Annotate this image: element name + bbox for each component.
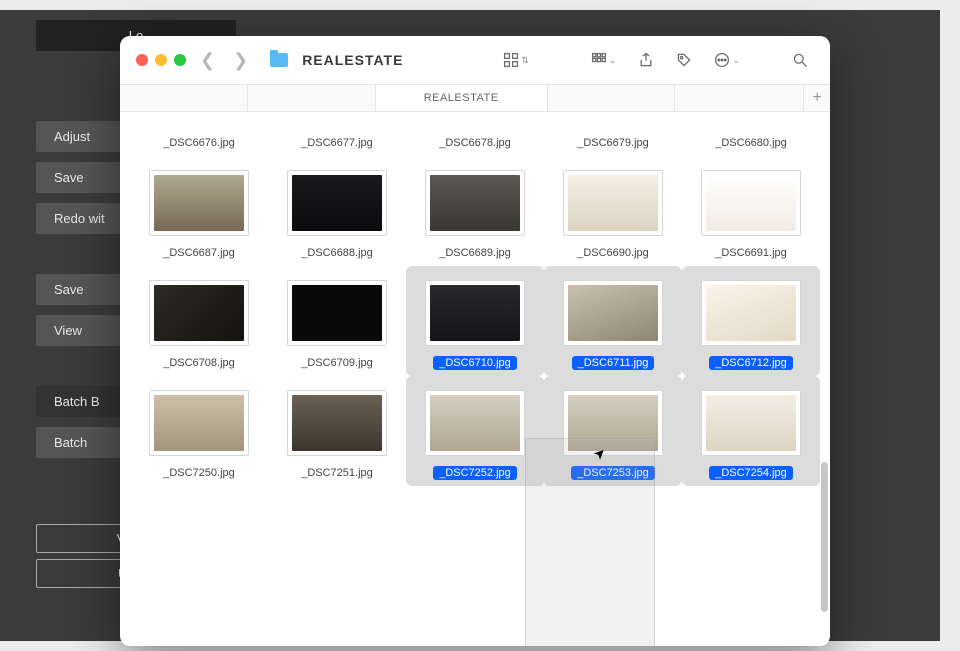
file-name-label[interactable]: _DSC6680.jpg [709, 136, 793, 150]
group-by-button[interactable]: ⌄ [585, 52, 623, 68]
file-name-label[interactable]: _DSC6710.jpg [433, 356, 517, 370]
finder-window: ❮ ❯ REALESTATE ⇅ ⌄ ⌄ R [120, 36, 830, 646]
file-name-label[interactable]: _DSC7254.jpg [709, 466, 793, 480]
new-tab-button[interactable]: + [803, 85, 830, 111]
file-item[interactable]: _DSC6689.jpg [406, 156, 544, 266]
file-item[interactable]: _DSC6712.jpg [682, 266, 820, 376]
file-thumbnail[interactable] [287, 170, 387, 236]
file-name-label[interactable]: _DSC6711.jpg [572, 356, 655, 370]
file-name-label[interactable]: _DSC6678.jpg [433, 136, 517, 150]
chevron-down-icon: ⌄ [609, 55, 617, 66]
nav-forward-button[interactable]: ❯ [229, 50, 252, 71]
window-controls [136, 54, 186, 66]
file-name-label[interactable]: _DSC6712.jpg [709, 356, 793, 370]
file-name-label[interactable]: _DSC7250.jpg [157, 466, 241, 480]
file-item[interactable]: _DSC7252.jpg [406, 376, 544, 486]
tab-stub[interactable] [120, 85, 248, 111]
view-mode-icon-button[interactable]: ⇅ [497, 52, 535, 68]
file-item[interactable]: _DSC6677.jpg [268, 112, 406, 156]
file-thumbnail[interactable] [701, 170, 801, 236]
actions-button[interactable]: ⌄ [708, 52, 746, 68]
file-item[interactable]: _DSC6680.jpg [682, 112, 820, 156]
file-item[interactable]: _DSC6690.jpg [544, 156, 682, 266]
file-item[interactable]: _DSC6709.jpg [268, 266, 406, 376]
file-item[interactable]: _DSC7253.jpg [544, 376, 682, 486]
file-thumbnail[interactable] [149, 390, 249, 456]
chevron-down-icon: ⌄ [732, 55, 740, 66]
file-thumbnail[interactable] [563, 390, 663, 456]
file-item[interactable]: _DSC6711.jpg [544, 266, 682, 376]
location-title: REALESTATE [302, 52, 403, 68]
search-button[interactable] [786, 52, 814, 68]
nav-back-button[interactable]: ❮ [196, 50, 219, 71]
file-name-label[interactable]: _DSC6691.jpg [709, 246, 793, 260]
share-button[interactable] [632, 52, 660, 68]
tab-stub[interactable] [675, 85, 803, 111]
finder-toolbar: ❮ ❯ REALESTATE ⇅ ⌄ ⌄ [120, 36, 830, 84]
file-thumbnail[interactable] [425, 280, 525, 346]
file-name-label[interactable]: _DSC6687.jpg [157, 246, 241, 260]
file-name-label[interactable]: _DSC6708.jpg [157, 356, 241, 370]
file-item[interactable]: _DSC7251.jpg [268, 376, 406, 486]
scrollbar-thumb[interactable] [821, 462, 828, 612]
updown-icon: ⇅ [521, 55, 529, 66]
file-name-label[interactable]: _DSC6677.jpg [295, 136, 379, 150]
file-item[interactable]: _DSC6691.jpg [682, 156, 820, 266]
file-item[interactable]: _DSC7250.jpg [130, 376, 268, 486]
file-item[interactable]: _DSC6678.jpg [406, 112, 544, 156]
file-item[interactable]: _DSC7254.jpg [682, 376, 820, 486]
file-thumbnail[interactable] [563, 280, 663, 346]
tab-stub[interactable] [248, 85, 376, 111]
tab-active[interactable]: REALESTATE [376, 85, 548, 111]
file-grid-area[interactable]: _DSC6676.jpg _DSC6677.jpg _DSC6678.jpg _DSC… [120, 112, 830, 646]
close-window-button[interactable] [136, 54, 148, 66]
file-item[interactable]: _DSC6708.jpg [130, 266, 268, 376]
minimize-window-button[interactable] [155, 54, 167, 66]
file-name-label[interactable]: _DSC6688.jpg [295, 246, 379, 260]
file-name-label[interactable]: _DSC7252.jpg [433, 466, 517, 480]
file-item[interactable]: _DSC6679.jpg [544, 112, 682, 156]
file-thumbnail[interactable] [149, 280, 249, 346]
file-thumbnail[interactable] [563, 170, 663, 236]
file-name-label[interactable]: _DSC6689.jpg [433, 246, 517, 260]
file-thumbnail[interactable] [287, 280, 387, 346]
file-name-label[interactable]: _DSC7251.jpg [295, 466, 379, 480]
tab-stub[interactable] [548, 85, 676, 111]
file-thumbnail[interactable] [425, 390, 525, 456]
file-name-label[interactable]: _DSC6690.jpg [571, 246, 655, 260]
file-name-label[interactable]: _DSC6709.jpg [295, 356, 379, 370]
tab-label: REALESTATE [424, 92, 499, 104]
tab-bar: REALESTATE + [120, 84, 830, 112]
file-item[interactable]: _DSC6688.jpg [268, 156, 406, 266]
file-thumbnail[interactable] [701, 280, 801, 346]
folder-icon [270, 53, 288, 67]
file-thumbnail[interactable] [425, 170, 525, 236]
tags-button[interactable] [670, 52, 698, 68]
file-name-label[interactable]: _DSC7253.jpg [571, 466, 655, 480]
file-thumbnail[interactable] [149, 170, 249, 236]
fullscreen-window-button[interactable] [174, 54, 186, 66]
file-item[interactable]: _DSC6676.jpg [130, 112, 268, 156]
file-name-label[interactable]: _DSC6679.jpg [571, 136, 655, 150]
file-thumbnail[interactable] [287, 390, 387, 456]
file-name-label[interactable]: _DSC6676.jpg [157, 136, 241, 150]
file-item[interactable]: _DSC6710.jpg [406, 266, 544, 376]
file-item[interactable]: _DSC6687.jpg [130, 156, 268, 266]
file-grid: _DSC6676.jpg _DSC6677.jpg _DSC6678.jpg _DSC… [120, 112, 830, 496]
file-thumbnail[interactable] [701, 390, 801, 456]
